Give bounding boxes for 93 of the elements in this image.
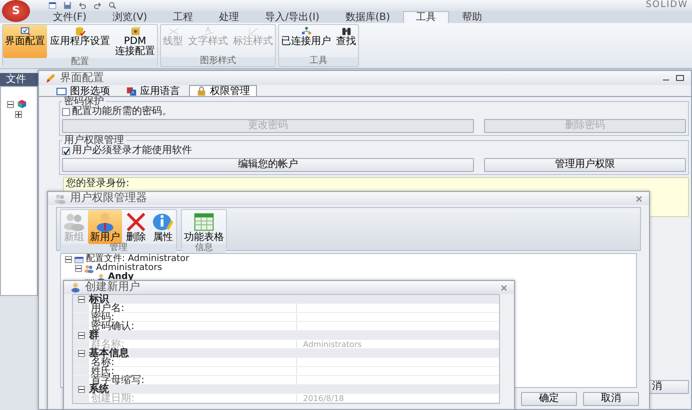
undo-icon[interactable]: [78, 1, 87, 10]
action-button[interactable]: 管理用户权限: [484, 158, 686, 172]
database-icon: [74, 26, 86, 37]
safe-icon: [130, 26, 140, 37]
ribbon-button[interactable]: 界面配置: [3, 25, 47, 58]
cancel-button[interactable]: 消: [649, 380, 689, 394]
menu-tab[interactable]: 帮助: [449, 11, 496, 23]
info-icon: [152, 211, 174, 233]
tab[interactable]: 应用语言: [119, 85, 187, 96]
users-icon: [84, 264, 94, 274]
field-label: 密码:: [89, 313, 297, 321]
app-logo[interactable]: S: [2, 0, 30, 22]
field-label: 群名称:: [89, 340, 297, 348]
action-button[interactable]: 编辑您的帐户: [62, 158, 474, 172]
language-icon: [126, 86, 137, 96]
menu-tab[interactable]: 导入/导出(I): [252, 11, 332, 23]
toolbar-button[interactable]: 新用户: [88, 210, 122, 244]
section-header: 标识: [89, 295, 499, 303]
panel-tab[interactable]: 文件: [0, 73, 38, 86]
ribbon-button[interactable]: 已连接用户: [279, 25, 333, 57]
lock-icon: [196, 86, 207, 96]
toolbar-group-label: 管理: [61, 244, 176, 253]
checkbox-label: 配置功能所需的密码。: [72, 107, 172, 117]
collapse-icon[interactable]: [65, 256, 72, 263]
field-label: 创建日期:: [89, 394, 297, 402]
binoculars-icon: [340, 26, 352, 37]
collapse-icon[interactable]: [78, 332, 84, 338]
tree-item[interactable]: 配置文件: Administrator: [86, 255, 190, 264]
window-title: 创建新用户: [85, 281, 140, 294]
collapse-icon[interactable]: [7, 101, 14, 108]
toolbar-group-label: 信息: [182, 244, 226, 253]
zoom-icon[interactable]: [108, 1, 117, 10]
tab[interactable]: 图形选项: [49, 85, 117, 96]
checkbox-label: 用户必须登录才能使用软件: [72, 146, 192, 156]
collapse-icon[interactable]: [75, 265, 82, 272]
dimension-line-icon: [248, 26, 258, 37]
ribbon-group-label: 工具: [279, 57, 358, 66]
redo-icon[interactable]: [93, 1, 102, 10]
menu-tab[interactable]: 工程: [160, 11, 206, 23]
card-icon: [74, 254, 84, 264]
expand-icon[interactable]: [15, 111, 22, 118]
maximize-icon[interactable]: [675, 73, 685, 83]
ribbon-button[interactable]: 查找: [334, 25, 358, 57]
close-icon[interactable]: [635, 194, 643, 202]
field-value: 2016/8/18: [302, 394, 346, 402]
menu-tab[interactable]: 文件(F): [40, 11, 100, 23]
close-icon[interactable]: [500, 284, 508, 292]
ribbon-group-label: 配置: [3, 58, 157, 67]
table-icon: [193, 211, 215, 233]
field-label: 密码确认:: [89, 322, 297, 330]
pencil-icon: [45, 72, 56, 84]
crossed-lines-icon: [168, 26, 178, 37]
save-icon[interactable]: [63, 1, 72, 10]
user-icon: [70, 282, 81, 293]
field-value: Administrators: [302, 340, 363, 348]
collapse-icon[interactable]: [78, 350, 84, 356]
monitor-icon: [20, 26, 30, 37]
frame-icon: [56, 86, 67, 96]
menu-tab[interactable]: 浏览(V): [100, 11, 160, 23]
checkbox[interactable]: [62, 147, 70, 155]
window-title: 界面配置: [60, 70, 104, 86]
menu-tab[interactable]: 工具: [403, 11, 450, 23]
section-header: 系统: [89, 385, 499, 393]
section-header: 群: [89, 331, 499, 339]
field-label: 用户名:: [89, 304, 297, 312]
section-header: 基本信息: [89, 349, 499, 357]
menu-tab[interactable]: 处理: [206, 11, 252, 23]
ribbon-group-label: 图形样式: [161, 57, 275, 66]
text-pen-icon: [202, 26, 214, 37]
window-icon[interactable]: [48, 1, 57, 10]
tree-item[interactable]: Andy: [108, 273, 134, 282]
window-title: 用户权限管理器: [70, 190, 147, 206]
app-title: SOLIDW: [646, 0, 688, 11]
menu-tab[interactable]: 数据库(B): [332, 11, 404, 23]
tree-item[interactable]: Administrators: [96, 264, 162, 273]
collapse-icon[interactable]: [78, 386, 84, 392]
cube-icon: [17, 99, 27, 109]
group-title: 用户权限管理: [62, 136, 126, 146]
group-title: 密码保护: [62, 97, 106, 107]
checkbox[interactable]: [62, 108, 70, 116]
ribbon-button[interactable]: 应用程序设置: [48, 25, 112, 58]
collapse-icon[interactable]: [78, 296, 84, 302]
tab[interactable]: 权限管理: [189, 85, 257, 96]
field-label: 姓氏:: [89, 367, 297, 375]
field-label: 名称:: [89, 358, 297, 366]
delete-icon: [125, 211, 147, 233]
dialog-button[interactable]: 确定: [521, 392, 577, 406]
ribbon-button[interactable]: PDM 连接配置: [113, 25, 157, 58]
users-icon: [54, 192, 66, 204]
field-label: 首字母缩写:: [89, 376, 297, 384]
dialog-button[interactable]: 取消: [583, 392, 639, 406]
network-users-icon: [300, 26, 312, 37]
user-icon: [94, 211, 116, 233]
